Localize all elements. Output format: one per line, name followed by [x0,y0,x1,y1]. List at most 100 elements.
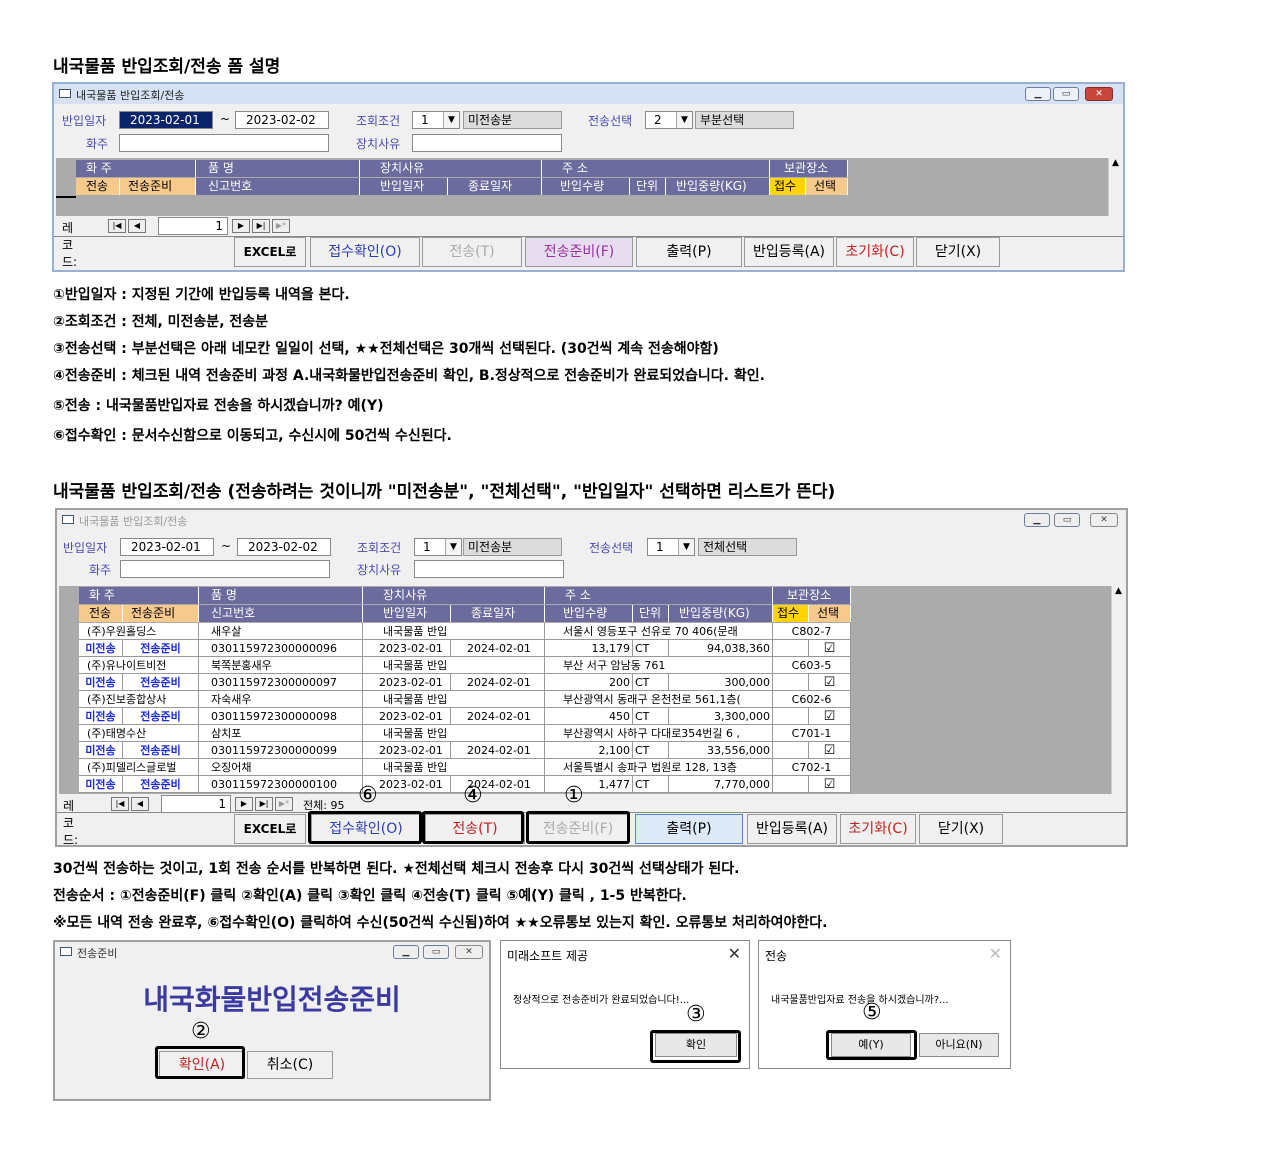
table-row[interactable]: 미전송 전송준비 030115972300000097 2023-02-01 2… [79,674,851,691]
minimize-button[interactable]: ▁ [1024,513,1050,527]
table-row[interactable]: 미전송 전송준비 030115972300000099 2023-02-01 2… [79,742,851,759]
excel-button[interactable]: EXCEL로 [234,237,306,267]
chevron-down-icon[interactable]: ▼ [443,112,459,128]
reason-label: 장치사유 [356,137,401,151]
next-record-icon[interactable]: ▶ [232,219,250,233]
register-button[interactable]: 반입등록(A) [744,237,834,267]
owner-cell: (주)우원홀딩스 [79,623,199,640]
col-decl: 신고번호 [199,605,363,622]
owner-cell: (주)피델리스글로벌 [79,759,199,776]
vertical-scrollbar[interactable]: ▲ [1108,158,1122,216]
date-to-input[interactable]: 2023-02-02 [237,538,331,556]
new-record-icon[interactable]: ▶* [272,219,290,233]
send-button[interactable]: 전송(T) [422,237,522,267]
table-row[interactable]: (주)우원홀딩스 새우살 내국물품 반입 서울시 영등포구 선유로 70 406… [79,623,851,640]
header-row-1: 화 주 품 명 장치사유 주 소 보관장소 [76,160,848,177]
next-record-icon[interactable]: ▶ [235,797,253,811]
chevron-down-icon[interactable]: ▼ [445,539,461,555]
select-checkbox[interactable]: ☑ [809,674,851,691]
status-cell: 미전송 [79,776,123,793]
vertical-scrollbar[interactable]: ▲ [1111,586,1125,794]
reset-button[interactable]: 초기화(C) [840,814,916,844]
owner-cell: (주)진보종합상사 [79,691,199,708]
condition-text: 미전송분 [463,538,562,556]
table-row[interactable]: 미전송 전송준비 030115972300000096 2023-02-01 2… [79,640,851,657]
maximize-button[interactable]: ▭ [423,945,449,959]
step-marker-1: ① [564,783,584,808]
prev-record-icon[interactable]: ◀ [128,219,146,233]
print-button[interactable]: 출력(P) [635,814,743,844]
first-record-icon[interactable]: |◀ [108,219,126,233]
status-cell: 미전송 [79,708,123,725]
reset-button[interactable]: 초기화(C) [836,237,914,267]
table-row[interactable]: 미전송 전송준비 030115972300000098 2023-02-01 2… [79,708,851,725]
minimize-button[interactable]: ▁ [393,945,419,959]
owner-input[interactable] [119,134,329,152]
prev-record-icon[interactable]: ◀ [131,797,149,811]
in-date-cell: 2023-02-01 [363,640,451,657]
condition-text: 미전송분 [463,111,562,129]
col-received: 접수 [770,178,806,195]
table-row[interactable]: (주)유나이트비전 북쪽분홍새우 내국물품 반입 부산 서구 암남동 761 C… [79,657,851,674]
header-row-2: 전송 전송준비 신고번호 반입일자 종료일자 반입수량 단위 반입중량(KG) … [76,178,848,195]
close-form-button[interactable]: 닫기(X) [919,814,1003,844]
dialog-title: 미래소프트 제공 [507,949,589,963]
reason-input[interactable] [414,560,564,578]
condition-combo[interactable]: 1 ▼ [414,538,462,556]
last-record-icon[interactable]: ▶| [255,797,273,811]
table-row[interactable]: (주)피델리스글로벌 오징어채 내국물품 반입 서울특별시 송파구 법원로 12… [79,759,851,776]
send-select-combo[interactable]: 2 ▼ [645,111,693,129]
send-select-combo[interactable]: 1 ▼ [647,538,695,556]
owner-input[interactable] [120,560,330,578]
close-icon[interactable]: ✕ [989,944,1002,963]
close-button[interactable]: ✕ [1085,87,1113,101]
table-row[interactable]: (주)태명수산 삼치포 내국물품 반입 부산광역시 사하구 다대로354번길 6… [79,725,851,742]
form-window-1: 내국물품 반입조회/전송 ▁ ▭ ✕ 반입일자 2023-02-01 ~ 202… [52,82,1125,272]
prep-cell: 전송준비 [123,674,199,691]
close-icon[interactable]: ✕ [728,944,741,963]
select-checkbox[interactable]: ☑ [809,742,851,759]
date-to-input[interactable]: 2023-02-02 [235,111,329,129]
col-qty: 반입수량 [542,178,630,195]
condition-combo[interactable]: 1 ▼ [412,111,460,129]
form-icon [59,89,71,98]
new-record-icon[interactable]: ▶* [275,797,293,811]
first-record-icon[interactable]: |◀ [111,797,129,811]
date-from-input[interactable]: 2023-02-01 [120,538,214,556]
received-cell [773,674,809,691]
reason-input[interactable] [412,134,562,152]
unit-cell: CT [633,708,669,725]
select-checkbox[interactable]: ☑ [809,776,851,793]
cancel-button[interactable]: 취소(C) [247,1051,333,1079]
table-row[interactable]: (주)진보종합상사 자숙새우 내국물품 반입 부산광역시 동래구 온천천로 56… [79,691,851,708]
close-button[interactable]: ✕ [1090,513,1118,527]
location-cell: C602-6 [773,691,851,708]
in-date-cell: 2023-02-01 [363,708,451,725]
select-checkbox[interactable]: ☑ [809,708,851,725]
maximize-button[interactable]: ▭ [1053,87,1079,101]
select-checkbox[interactable]: ☑ [809,640,851,657]
close-form-button[interactable]: 닫기(X) [916,237,1000,267]
owner-cell: (주)유나이트비전 [79,657,199,674]
send-prep-button[interactable]: 전송준비(F) [525,237,633,267]
register-button[interactable]: 반입등록(A) [747,814,837,844]
chevron-down-icon[interactable]: ▼ [678,539,694,555]
last-record-icon[interactable]: ▶| [252,219,270,233]
date-from-input[interactable]: 2023-02-01 [119,111,213,129]
print-button[interactable]: 출력(P) [636,237,742,267]
reason-cell: 내국물품 반입 [363,725,545,742]
no-button[interactable]: 아니요(N) [919,1033,999,1057]
decl-cell: 030115972300000098 [199,708,363,725]
receive-confirm-button[interactable]: 접수확인(O) [310,237,420,267]
weight-cell: 33,556,000 [669,742,773,759]
col-end-date: 종료일자 [448,178,542,195]
maximize-button[interactable]: ▭ [1054,513,1080,527]
chevron-down-icon[interactable]: ▼ [676,112,692,128]
record-number-input[interactable]: 1 [161,795,231,813]
reason-label: 장치사유 [357,563,402,577]
record-number-input[interactable]: 1 [158,217,228,235]
minimize-button[interactable]: ▁ [1025,87,1051,101]
condition-label: 조회조건 [356,114,401,128]
excel-button[interactable]: EXCEL로 [234,814,306,844]
close-button[interactable]: ✕ [455,945,483,959]
